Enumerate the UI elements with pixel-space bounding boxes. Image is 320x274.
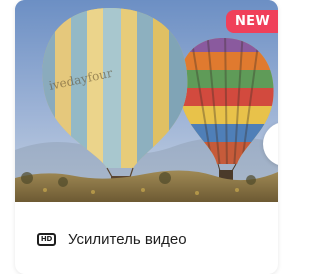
new-badge: NEW [226,10,278,33]
hd-icon: HD [37,233,56,246]
card-title: Усилитель видео [68,231,187,248]
card-footer: HD Усилитель видео [15,202,278,274]
video-enhancer-card[interactable]: ivedayfour NEW HD Усилитель видео [15,0,278,274]
hot-air-balloons-thumbnail[interactable]: ivedayfour NEW [15,0,278,202]
hd-icon-text: HD [40,235,53,243]
